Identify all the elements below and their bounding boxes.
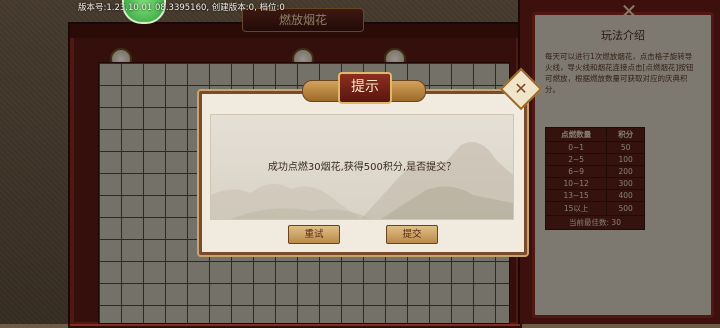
version-label: 版本号:1.23.10.01 08.3395160, 创建版本:0, 档位:0 bbox=[78, 3, 285, 13]
dialog-message: 成功点燃30烟花,获得500积分,是否提交？ bbox=[267, 162, 457, 173]
retry-button[interactable]: 重试 bbox=[288, 225, 340, 244]
confirm-dialog: 提示 ✕ 成功点燃30烟花,获得500积分,是否提交？ 重试 提交 bbox=[199, 67, 543, 255]
close-icon: ✕ bbox=[514, 79, 528, 98]
dialog-title: 提示 bbox=[338, 72, 392, 104]
dialog-header: 提示 bbox=[302, 72, 426, 104]
message-box: 成功点燃30烟花,获得500积分,是否提交？ bbox=[210, 114, 514, 220]
submit-button[interactable]: 提交 bbox=[386, 225, 438, 244]
